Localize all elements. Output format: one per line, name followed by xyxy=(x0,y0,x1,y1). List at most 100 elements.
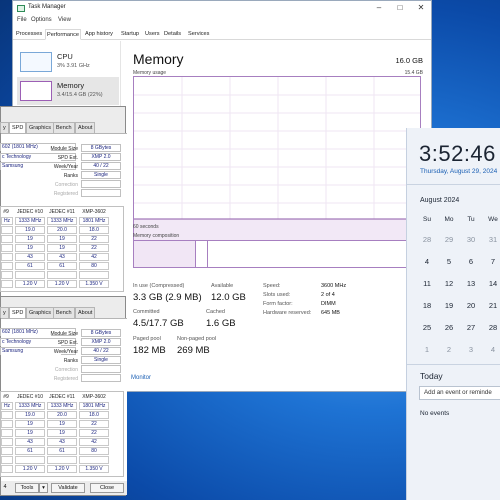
week-year-label: Week/Year xyxy=(53,164,78,170)
memory-total: 16.0 GB xyxy=(395,56,423,65)
calendar-month-label[interactable]: August 2024 xyxy=(420,197,459,204)
cpuz-tab-graphics[interactable]: Graphics xyxy=(26,307,55,318)
timing-cell: 1801 MHz xyxy=(79,402,109,410)
menu-file[interactable]: File xyxy=(17,17,27,23)
timing-cell: 80 xyxy=(79,447,109,455)
memory-composition-bar[interactable] xyxy=(133,240,421,268)
resource-monitor-link[interactable]: Monitor xyxy=(131,375,151,381)
calendar-day[interactable]: 26 xyxy=(441,323,457,332)
spec-label: Hardware reserved: xyxy=(263,310,312,316)
correction-value xyxy=(81,180,121,188)
timing-cell xyxy=(1,465,13,473)
in-use-segment xyxy=(134,241,196,267)
calendar-day[interactable]: 1 xyxy=(419,345,435,354)
calendar-day[interactable]: 20 xyxy=(463,301,479,310)
sidebar-item-cpu[interactable]: CPU 3% 3.91 GHz xyxy=(17,48,119,76)
title-bar[interactable]: Task Manager – □ ✕ xyxy=(13,1,431,16)
tab-processes[interactable]: Processes xyxy=(15,29,43,40)
menu-view[interactable]: View xyxy=(58,17,71,23)
tab-startup[interactable]: Startup xyxy=(120,29,140,40)
calendar-day[interactable]: 18 xyxy=(419,301,435,310)
calendar-day[interactable]: 21 xyxy=(485,301,500,310)
ranks-value: Single xyxy=(81,356,121,364)
close-button[interactable]: ✕ xyxy=(411,2,431,14)
cpuz-tab-bench[interactable]: Bench xyxy=(53,122,75,133)
memory-usage-graph xyxy=(133,76,421,258)
timing-cell: 18.0 xyxy=(79,226,109,234)
maximize-button[interactable]: □ xyxy=(390,2,410,14)
sidebar-item-label: Memory xyxy=(57,81,85,90)
menu-options[interactable]: Options xyxy=(31,17,52,23)
tab-performance[interactable]: Performance xyxy=(45,29,82,40)
cpuz-tab-memory[interactable]: y xyxy=(0,122,9,133)
calendar-day[interactable]: 14 xyxy=(485,279,500,288)
cpuz-tab-memory[interactable]: y xyxy=(0,307,9,318)
tools-dropdown-arrow[interactable]: ▾ xyxy=(39,483,48,493)
cached-label: Cached xyxy=(206,309,225,315)
calendar-day[interactable]: 30 xyxy=(463,235,479,244)
weekday-header: We xyxy=(488,216,498,223)
ranks-label: Ranks xyxy=(63,358,78,364)
tab-app-history[interactable]: App history xyxy=(84,29,114,40)
cpuz-button-bar: 4 Tools ▾ Validate Close xyxy=(1,481,127,495)
calendar-day[interactable]: 31 xyxy=(485,235,500,244)
cpuz-tab-spd[interactable]: SPD xyxy=(9,122,27,133)
timing-cell: 19 xyxy=(47,429,77,437)
tab-users[interactable]: Users xyxy=(144,29,161,40)
cpuz-tab-graphics[interactable]: Graphics xyxy=(26,122,55,133)
cpuz-tab-about[interactable]: About xyxy=(75,307,96,318)
calendar-day[interactable]: 6 xyxy=(463,257,479,266)
calendar-day[interactable]: 28 xyxy=(419,235,435,244)
calendar-day[interactable]: 2 xyxy=(441,345,457,354)
calendar-day[interactable]: 27 xyxy=(463,323,479,332)
calendar-day[interactable]: 5 xyxy=(441,257,457,266)
timing-cell xyxy=(47,456,77,464)
timing-cell: 1.350 V xyxy=(79,280,109,288)
sidebar-item-memory[interactable]: Memory 3.4/15.4 GB (22%) xyxy=(17,77,119,105)
cpuz-tab-bench[interactable]: Bench xyxy=(53,307,75,318)
spd-ext-label: SPD Ext. xyxy=(57,340,78,346)
calendar-day[interactable]: 25 xyxy=(419,323,435,332)
calendar-day[interactable]: 19 xyxy=(441,301,457,310)
timing-cell xyxy=(1,280,13,288)
tab-details[interactable]: Details xyxy=(163,29,182,40)
timing-header: #9 xyxy=(3,209,9,215)
tools-button[interactable]: Tools xyxy=(15,483,39,493)
calendar-day[interactable]: 4 xyxy=(485,345,500,354)
add-event-input[interactable]: Add an event or reminde xyxy=(419,386,500,400)
registered-value xyxy=(81,189,121,197)
cpuz-tab-spd[interactable]: SPD xyxy=(9,307,27,318)
timing-cell xyxy=(79,271,109,279)
correction-value xyxy=(81,365,121,373)
cpuz-tab-about[interactable]: About xyxy=(75,122,96,133)
timing-cell: 20.0 xyxy=(47,226,77,234)
timing-cell xyxy=(1,253,13,261)
spec-value: 645 MB xyxy=(321,310,340,316)
correction-label: Correction xyxy=(54,367,78,373)
timing-cell: 19 xyxy=(15,429,45,437)
calendar-day[interactable]: 28 xyxy=(485,323,500,332)
timings-table: #9 JEDEC #10 JEDEC #11 XMP-3602 Hz 1333 … xyxy=(0,206,124,292)
timing-cell: 43 xyxy=(47,253,77,261)
timing-header: JEDEC #11 xyxy=(49,394,75,400)
clock-date-link[interactable]: Thursday, August 29, 2024 xyxy=(420,168,497,175)
timing-header: JEDEC #10 xyxy=(16,394,44,400)
validate-button[interactable]: Validate xyxy=(51,483,85,493)
close-button[interactable]: Close xyxy=(90,483,124,493)
calendar-day[interactable]: 7 xyxy=(485,257,500,266)
part-number-value: 602 (1801 MHz) xyxy=(1,144,51,152)
calendar-day[interactable]: 29 xyxy=(441,235,457,244)
calendar-day[interactable]: 12 xyxy=(441,279,457,288)
timing-cell: 43 xyxy=(15,253,45,261)
calendar-day[interactable]: 11 xyxy=(419,279,435,288)
minimize-button[interactable]: – xyxy=(369,2,389,14)
tab-services[interactable]: Services xyxy=(187,29,210,40)
timing-cell xyxy=(1,429,13,437)
calendar-day[interactable]: 13 xyxy=(463,279,479,288)
timing-cell xyxy=(1,271,13,279)
calendar-day[interactable]: 3 xyxy=(463,345,479,354)
module-size-value: 8 GBytes xyxy=(81,144,121,152)
timing-cell xyxy=(1,456,13,464)
timing-cell xyxy=(1,226,13,234)
calendar-day[interactable]: 4 xyxy=(419,257,435,266)
